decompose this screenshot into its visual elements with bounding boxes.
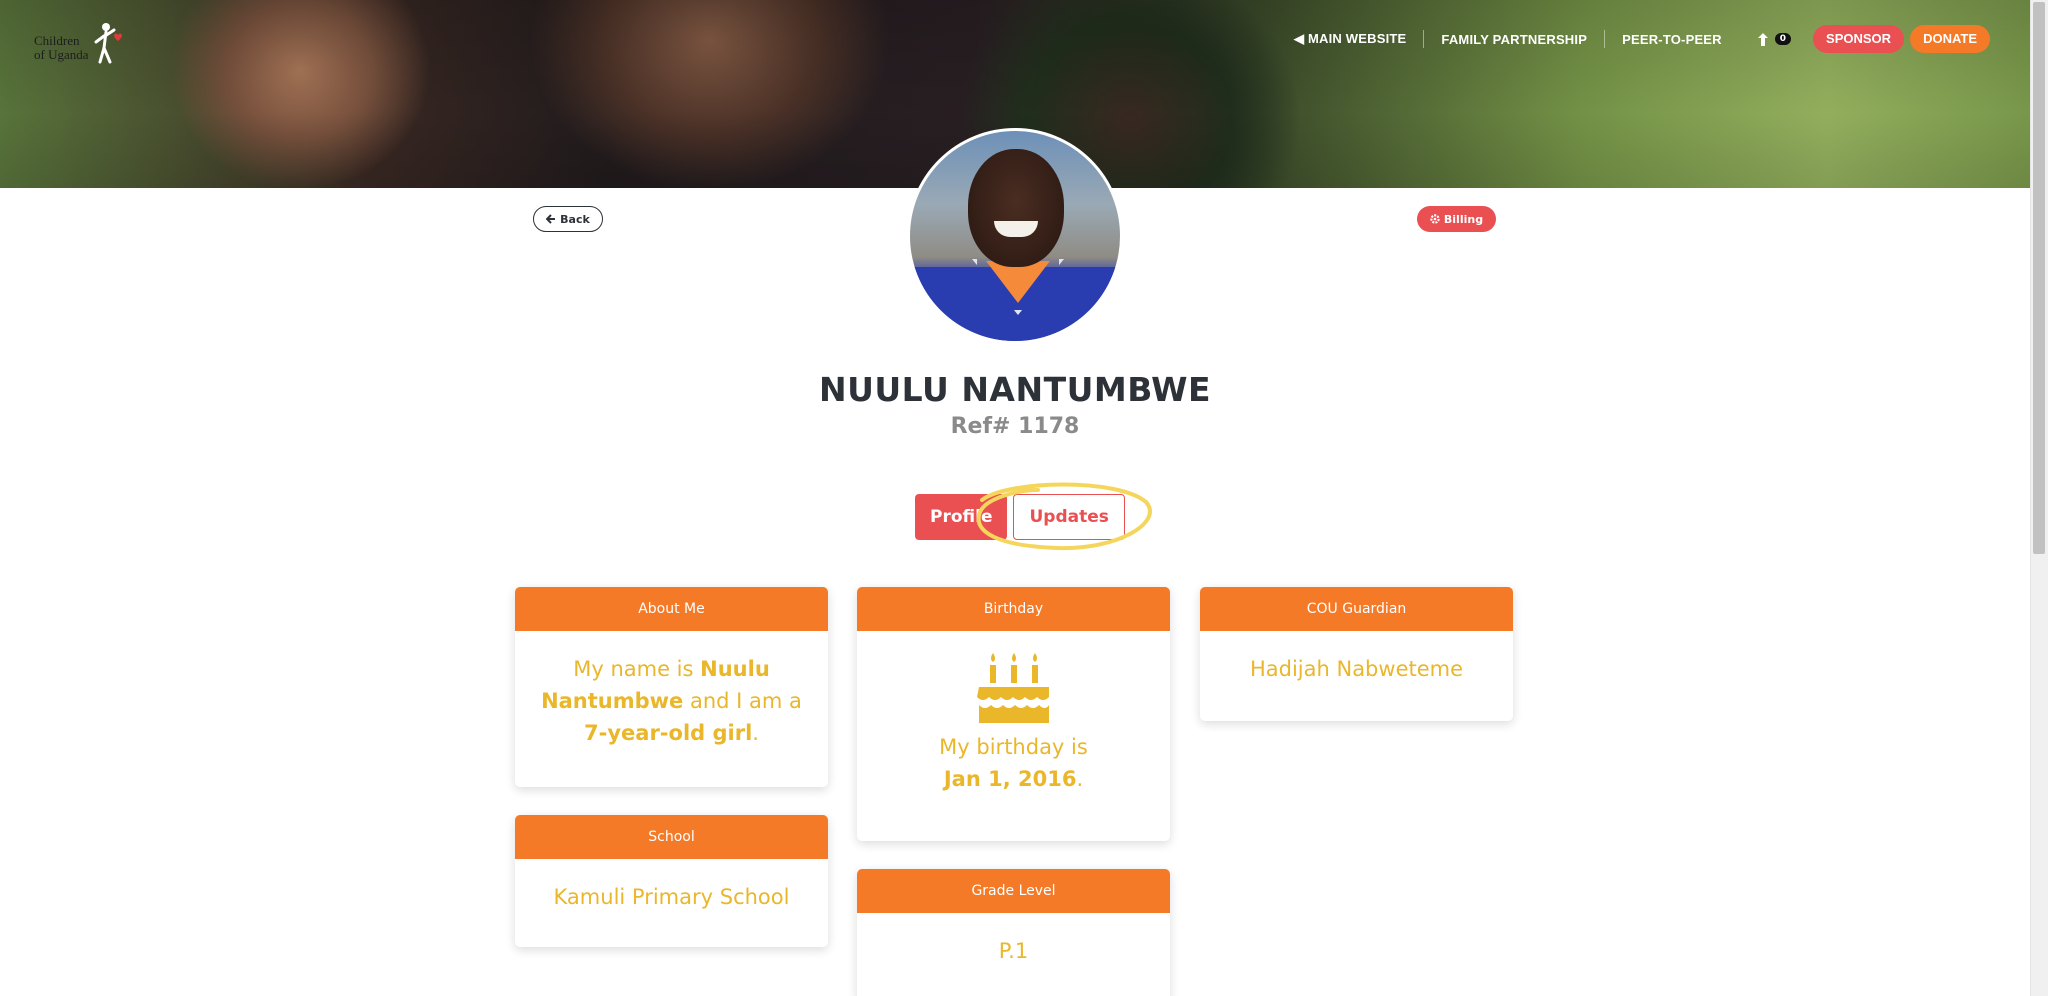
about-child-age: 7-year-old girl (584, 721, 753, 745)
billing-button[interactable]: Billing (1417, 206, 1496, 232)
card-header: School (515, 815, 828, 859)
profile-tabs: Profile Updates (915, 494, 1125, 540)
card-school: School Kamuli Primary School (515, 815, 828, 947)
tab-updates[interactable]: Updates (1013, 494, 1125, 540)
billing-button-label: Billing (1443, 212, 1484, 226)
sponsor-button[interactable]: SPONSOR (1813, 25, 1905, 53)
about-text-mid: and I am a (683, 689, 802, 713)
about-me-text: My name is Nuulu Nantumbwe and I am a 7-… (515, 631, 828, 787)
nav-main-website[interactable]: ◀ MAIN WEBSITE (1277, 31, 1423, 47)
birthday-date: Jan 1, 2016 (943, 767, 1077, 791)
arrow-left-icon (546, 214, 556, 224)
child-name: NUULU NANTUMBWE (818, 370, 1212, 409)
child-logo-icon (94, 23, 122, 64)
card-birthday: Birthday My birthday is Jan 1, 2016. (857, 587, 1170, 841)
guardian-name: Hadijah Nabweteme (1249, 657, 1464, 681)
cake-icon (976, 653, 1049, 723)
logo-line-1: Children (34, 33, 80, 48)
birthday-text-pre: My birthday is (939, 735, 1088, 759)
tab-profile[interactable]: Profile (915, 494, 1008, 540)
about-text-post: . (752, 721, 759, 745)
card-grade-level: Grade Level P.1 (857, 869, 1170, 996)
birthday-text-post: . (1076, 767, 1084, 791)
top-navigation: ◀ MAIN WEBSITE FAMILY PARTNERSHIP PEER-T… (1277, 24, 1990, 54)
logo-text: Children of Uganda (34, 34, 89, 62)
grade-level-value: P.1 (998, 939, 1029, 963)
child-avatar (907, 128, 1123, 344)
card-header: About Me (515, 587, 828, 631)
nav-peer-to-peer[interactable]: PEER-TO-PEER (1605, 32, 1739, 47)
avatar-face (968, 149, 1064, 267)
cart-button[interactable]: 0 (1739, 32, 1807, 46)
card-header: Grade Level (857, 869, 1170, 913)
page-scrollbar[interactable] (2030, 0, 2048, 996)
card-cou-guardian: COU Guardian Hadijah Nabweteme (1200, 587, 1513, 721)
about-text-pre: My name is (573, 657, 701, 681)
scrollbar-thumb[interactable] (2033, 2, 2045, 554)
back-button[interactable]: Back (533, 206, 603, 232)
birthday-body: My birthday is Jan 1, 2016. (857, 631, 1170, 841)
nav-family-partnership[interactable]: FAMILY PARTNERSHIP (1424, 32, 1604, 47)
cart-count-badge: 0 (1774, 33, 1792, 45)
cart-icon (1757, 32, 1768, 46)
birthday-date-line: Jan 1, 2016. (877, 763, 1150, 795)
gear-icon (1430, 214, 1440, 224)
site-logo[interactable]: Children of Uganda (34, 22, 124, 66)
school-name: Kamuli Primary School (553, 885, 790, 909)
logo-line-2: of Uganda (34, 47, 89, 62)
card-about-me: About Me My name is Nuulu Nantumbwe and … (515, 587, 828, 787)
child-ref-number: Ref# 1178 (950, 414, 1080, 439)
card-header: COU Guardian (1200, 587, 1513, 631)
donate-button[interactable]: DONATE (1910, 25, 1990, 53)
card-header: Birthday (857, 587, 1170, 631)
back-button-label: Back (560, 212, 590, 226)
